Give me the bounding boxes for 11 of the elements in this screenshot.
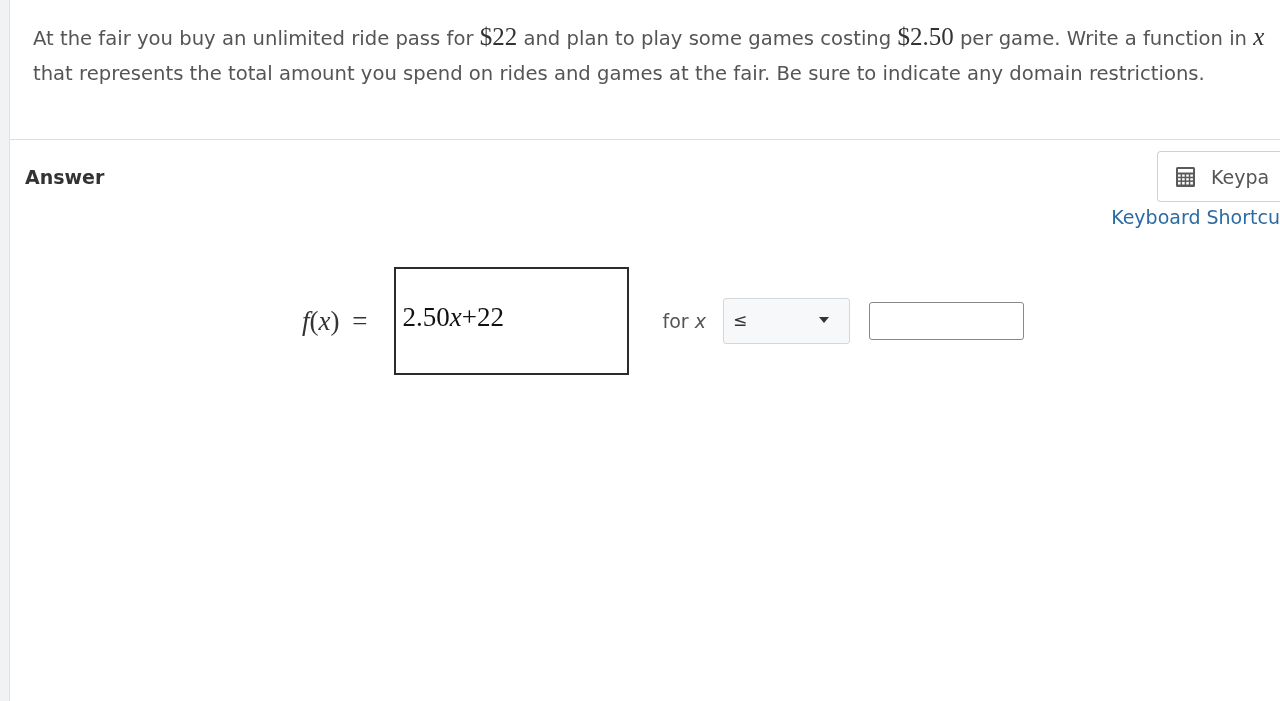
input-field[interactable] (868, 302, 1024, 340)
function-label: f(x) = (302, 305, 368, 337)
keyboard-shortcuts-link[interactable]: Keyboard Shortcu (1111, 202, 1280, 232)
calculator-icon (1176, 166, 1195, 187)
question-text: At the fair you buy an unlimited ride pass for $22 and plan to play some games costing $2.50 per game. Write a function in x that represents the total amount you spend on rides and games at the fair. Be sure to indicate any domain restrictions. (33, 22, 1266, 87)
condition-label: for x (662, 310, 706, 332)
answer-box[interactable]: 2.50x+22 (394, 267, 630, 375)
keypad-button[interactable]: Keypa (1157, 151, 1280, 202)
answer-heading: Answer (25, 165, 105, 190)
caret-icon (818, 317, 829, 323)
comparison-dropdown[interactable]: ≤ (722, 298, 850, 344)
